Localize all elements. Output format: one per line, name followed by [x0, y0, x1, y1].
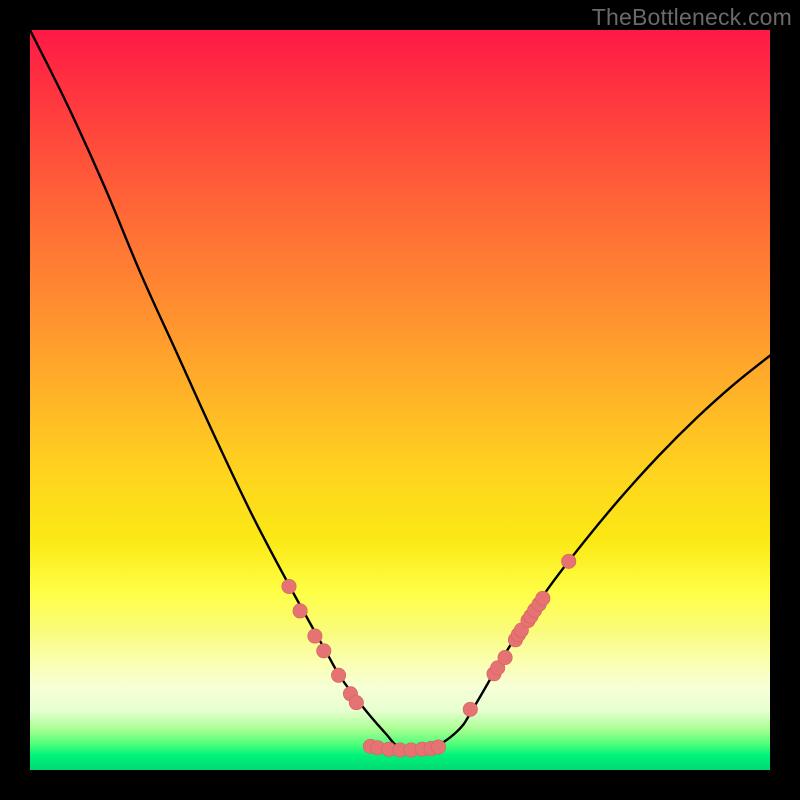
data-marker: [317, 644, 331, 658]
chart-frame: TheBottleneck.com: [0, 0, 800, 800]
data-marker: [498, 650, 512, 664]
watermark-text: TheBottleneck.com: [592, 4, 792, 31]
data-marker: [349, 695, 363, 709]
data-marker: [282, 579, 296, 593]
chart-svg: [30, 30, 770, 770]
data-marker: [431, 740, 445, 754]
bottleneck-curve: [30, 30, 770, 752]
data-marker: [463, 702, 477, 716]
data-marker: [308, 629, 322, 643]
data-markers: [282, 554, 576, 757]
data-marker: [536, 591, 550, 605]
data-marker: [331, 668, 345, 682]
data-marker: [293, 604, 307, 618]
data-marker: [562, 554, 576, 568]
